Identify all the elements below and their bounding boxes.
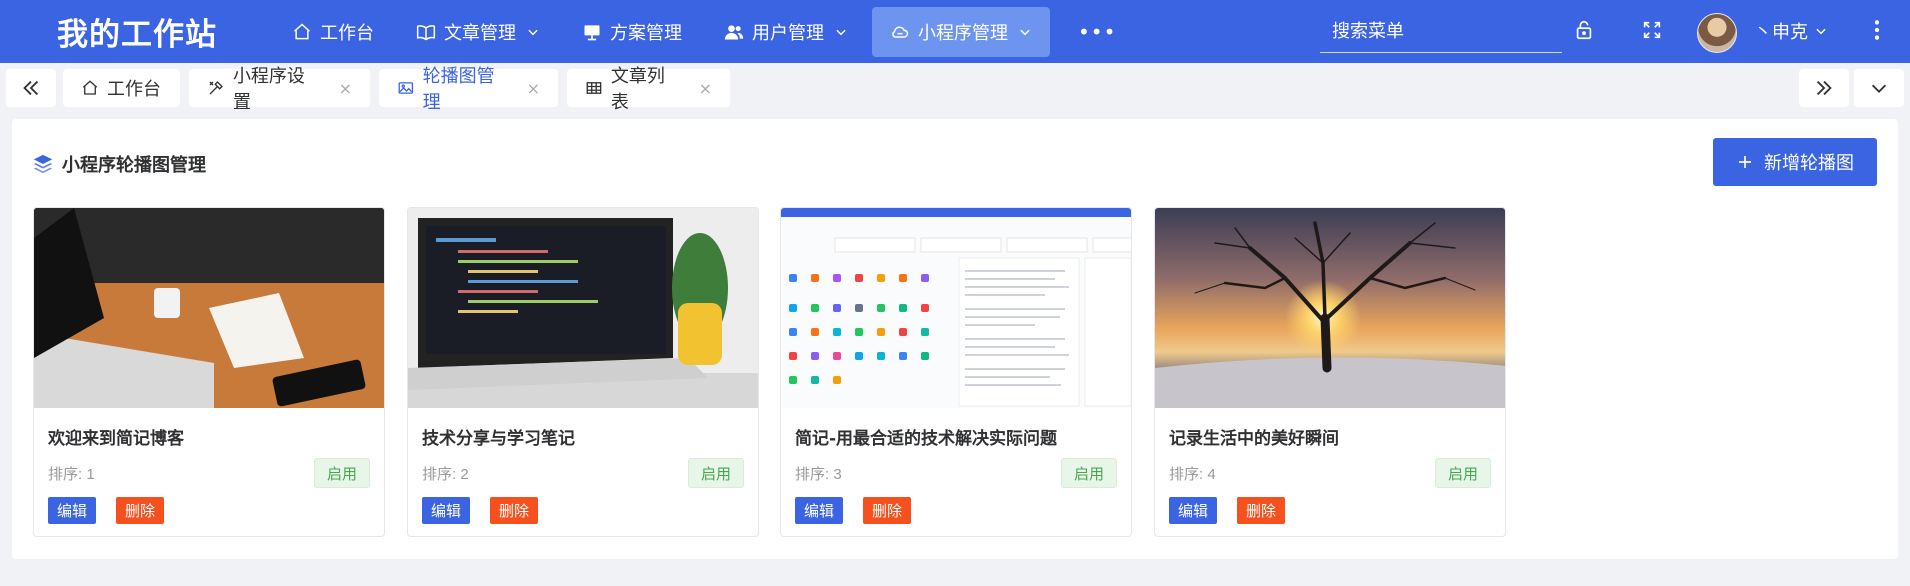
nav-item-miniprogram[interactable]: 小程序管理	[872, 6, 1050, 57]
tab-banner-management[interactable]: 轮播图管理 ×	[379, 66, 558, 113]
cloud-icon	[892, 26, 909, 38]
delete-button[interactable]: 删除	[863, 497, 912, 524]
banner-card: 技术分享与学习笔记 排序: 2 启用 编辑 删除	[407, 207, 759, 537]
chevron-down-icon	[1871, 84, 1887, 93]
tab-close-button[interactable]: ×	[527, 79, 540, 98]
tabs-scroll-left-button[interactable]	[6, 69, 56, 107]
double-chevron-left-icon	[23, 80, 39, 96]
nav-item-users[interactable]: 用户管理	[706, 7, 866, 57]
edit-button[interactable]: 编辑	[48, 497, 97, 524]
nav-item-label: 小程序管理	[918, 22, 1008, 44]
chevron-down-icon	[528, 29, 538, 35]
top-navbar: 我的工作站 工作台 文章管理 方案管理 用户管理 小程序管理 ••• 搜索菜单	[0, 0, 1910, 63]
menu-search-input[interactable]: 搜索菜单	[1320, 8, 1562, 53]
tab-miniprogram-settings[interactable]: 小程序设置 ×	[189, 66, 370, 113]
home-icon	[294, 22, 310, 39]
table-icon	[586, 82, 602, 94]
avatar[interactable]	[1697, 13, 1737, 53]
tabs-scroll-right-button[interactable]	[1799, 69, 1849, 107]
chevron-down-icon	[1816, 28, 1826, 35]
status-badge: 启用	[1060, 458, 1117, 488]
status-badge: 启用	[687, 458, 744, 488]
tab-label: 轮播图管理	[422, 66, 495, 113]
user-menu[interactable]: 丶申克	[1754, 18, 1828, 44]
tab-close-button[interactable]: ×	[339, 79, 352, 98]
add-banner-label: 新增轮播图	[1764, 153, 1854, 174]
user-name: 丶申克	[1754, 22, 1808, 43]
banner-title: 技术分享与学习笔记	[422, 429, 575, 449]
main-nav: 工作台 文章管理 方案管理 用户管理 小程序管理 •••	[274, 0, 1144, 63]
banner-image	[781, 208, 1131, 408]
tabs-bar: 工作台 小程序设置 × 轮播图管理 × 文章列表 ×	[0, 63, 1910, 119]
book-icon	[416, 24, 436, 40]
tab-label: 文章列表	[610, 66, 665, 113]
banner-image	[408, 208, 758, 408]
banner-title: 欢迎来到简记博客	[48, 429, 184, 449]
nav-item-plans[interactable]: 方案管理	[564, 7, 700, 57]
edit-button[interactable]: 编辑	[795, 497, 844, 524]
app-title: 我的工作站	[57, 17, 217, 53]
banner-order: 排序: 1	[48, 466, 95, 483]
tab-close-button[interactable]: ×	[699, 79, 712, 98]
banner-panel: 小程序轮播图管理 新增轮播图 欢迎来到简记博客 排序: 1 启用 编辑 删除 技…	[12, 119, 1898, 559]
fullscreen-icon[interactable]	[1641, 19, 1663, 41]
edit-button[interactable]: 编辑	[1169, 497, 1218, 524]
more-vertical-icon[interactable]	[1864, 17, 1890, 43]
tab-article-list[interactable]: 文章列表 ×	[567, 66, 730, 113]
image-icon	[398, 82, 414, 94]
status-badge: 启用	[1434, 458, 1491, 488]
banner-card: 记录生活中的美好瞬间 排序: 4 启用 编辑 删除	[1154, 207, 1506, 537]
edit-button[interactable]: 编辑	[422, 497, 471, 524]
nav-item-workbench[interactable]: 工作台	[274, 7, 392, 57]
nav-item-label: 方案管理	[610, 22, 682, 44]
chevron-down-icon	[836, 29, 846, 35]
banner-order: 排序: 4	[1169, 466, 1216, 483]
add-banner-button[interactable]: 新增轮播图	[1713, 138, 1877, 186]
nav-item-label: 文章管理	[444, 22, 516, 44]
delete-button[interactable]: 删除	[116, 497, 165, 524]
banner-order: 排序: 2	[422, 466, 469, 483]
tab-label: 工作台	[107, 79, 161, 100]
page-title-text: 小程序轮播图管理	[62, 155, 206, 176]
nav-item-label: 用户管理	[752, 22, 824, 44]
nav-item-articles[interactable]: 文章管理	[398, 7, 558, 57]
nav-item-label: 工作台	[320, 22, 374, 44]
nav-more-button[interactable]: •••	[1056, 7, 1138, 57]
delete-button[interactable]: 删除	[490, 497, 539, 524]
banner-image	[34, 208, 384, 408]
delete-button[interactable]: 删除	[1237, 497, 1286, 524]
lock-icon[interactable]	[1573, 19, 1595, 41]
status-badge: 启用	[313, 458, 370, 488]
page-title: 小程序轮播图管理	[32, 151, 206, 177]
banner-card: 欢迎来到简记博客 排序: 1 启用 编辑 删除	[33, 207, 385, 537]
banner-order: 排序: 3	[795, 466, 842, 483]
home-icon	[82, 80, 98, 95]
banner-image	[1155, 208, 1505, 408]
plus-icon	[1739, 156, 1751, 168]
presentation-icon	[584, 24, 600, 40]
tab-label: 小程序设置	[232, 66, 305, 113]
banner-title: 简记-用最合适的技术解决实际问题	[795, 429, 1058, 449]
tab-workbench[interactable]: 工作台	[63, 69, 180, 107]
layers-icon	[33, 154, 53, 174]
double-chevron-right-icon	[1816, 80, 1832, 96]
users-icon	[724, 24, 744, 39]
tabs-menu-button[interactable]	[1854, 69, 1904, 107]
chevron-down-icon	[1020, 29, 1030, 35]
tools-icon	[209, 81, 223, 95]
banner-card: 简记-用最合适的技术解决实际问题 排序: 3 启用 编辑 删除	[780, 207, 1132, 537]
banner-title: 记录生活中的美好瞬间	[1169, 429, 1339, 449]
